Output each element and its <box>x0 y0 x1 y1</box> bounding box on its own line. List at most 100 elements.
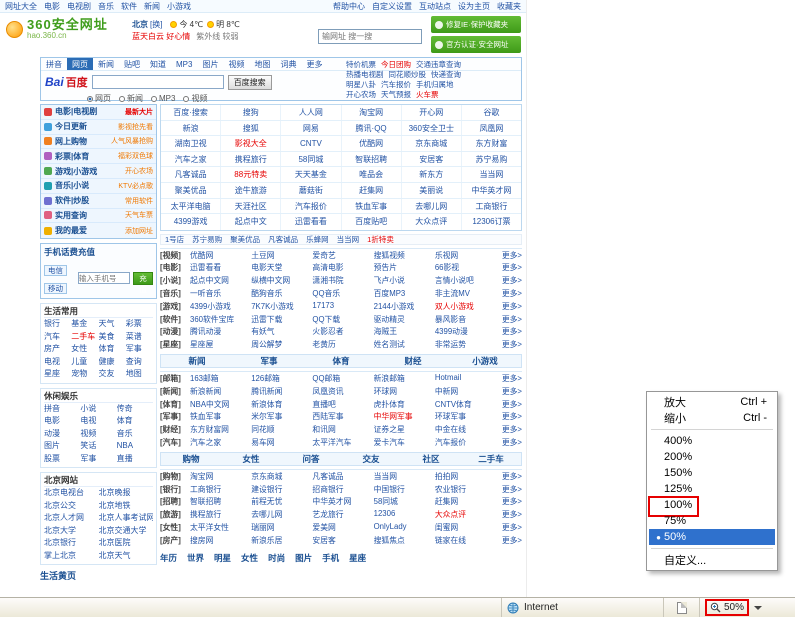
site-link[interactable]: 迅雷看看 <box>281 214 342 230</box>
category-link[interactable]: 17173 <box>312 301 373 312</box>
promo-strip-link[interactable]: 乐蜂网 <box>306 234 329 245</box>
site-link[interactable]: 天天基金 <box>281 167 342 182</box>
category-link[interactable]: 米尔军事 <box>251 411 312 422</box>
category-link[interactable]: 农业银行 <box>435 484 496 495</box>
footer-tab[interactable]: 世界 <box>187 552 204 564</box>
promo-strip-link[interactable]: 聚美优品 <box>230 234 260 245</box>
category-link[interactable]: CNTV体育 <box>435 399 496 410</box>
zoom-menu-item[interactable]: 75% <box>649 513 775 529</box>
site-link[interactable]: 新浪 <box>161 120 222 136</box>
category-link[interactable]: 搜狐视频 <box>374 250 435 261</box>
category-link[interactable]: 飞卢小说 <box>374 275 435 286</box>
more-link[interactable]: 更多> <box>496 288 522 299</box>
site-link[interactable]: 搜狐 <box>221 120 282 136</box>
category-link[interactable]: 潇湘书院 <box>312 275 373 286</box>
phone-number-input[interactable] <box>77 272 130 285</box>
category-link[interactable]: 虎扑体育 <box>374 399 435 410</box>
site-link[interactable]: 当当网 <box>462 167 521 182</box>
category-link[interactable]: 酷狗音乐 <box>251 288 312 299</box>
life-link[interactable]: 女性 <box>71 343 98 356</box>
life-link[interactable]: 健康 <box>99 356 126 369</box>
life-link[interactable]: 彩票 <box>126 318 153 331</box>
city-link[interactable]: 北京医院 <box>99 537 154 550</box>
site-link[interactable]: 开心网 <box>402 105 462 120</box>
fun-link[interactable]: 电视 <box>80 415 116 428</box>
more-link[interactable]: 更多> <box>496 424 522 435</box>
category-link[interactable]: 前程无忧 <box>251 496 312 507</box>
search-input[interactable] <box>91 75 224 89</box>
fun-link[interactable]: 笑话 <box>80 440 116 453</box>
more-link[interactable]: 更多> <box>496 326 522 337</box>
zoom-menu-item[interactable]: 100% <box>648 496 775 517</box>
life-link[interactable]: 星座 <box>44 368 71 381</box>
footer-tab[interactable]: 明星 <box>214 552 231 564</box>
search-tab[interactable]: 拼音 <box>41 58 67 70</box>
site-link[interactable]: 12306订票 <box>462 214 521 230</box>
life-link[interactable]: 银行 <box>44 318 71 331</box>
hot-word-link[interactable]: 天气预报 <box>381 90 411 99</box>
more-link[interactable]: 更多> <box>496 339 522 350</box>
promo-strip-link[interactable]: 苏宁易购 <box>192 234 222 245</box>
zoom-dropdown-caret[interactable] <box>754 605 763 610</box>
site-link[interactable]: 谷歌 <box>462 105 521 120</box>
site-link[interactable]: 太平洋电脑 <box>161 198 222 214</box>
category-link[interactable]: 拍拍网 <box>435 471 496 482</box>
zoom-menu-item[interactable]: 放大 Ctrl + <box>649 394 775 410</box>
carrier-tab[interactable]: 移动 <box>44 283 67 295</box>
more-link[interactable]: 更多> <box>496 509 522 520</box>
category-link[interactable]: OnlyLady <box>374 522 435 533</box>
site-link[interactable]: 东方财富 <box>462 136 521 151</box>
sidebar-menu-item[interactable]: 彩票|体育 福彩双色球 <box>41 149 156 165</box>
fun-link[interactable]: 拼音 <box>44 403 80 416</box>
fun-link[interactable]: 动漫 <box>44 428 80 441</box>
site-link[interactable]: 88元特卖 <box>221 167 282 182</box>
category-link[interactable]: 2144小游戏 <box>374 301 435 312</box>
footer-tab[interactable]: 图片 <box>295 552 312 564</box>
site-link[interactable]: CNTV <box>281 136 342 151</box>
category-link[interactable]: 新浪邮箱 <box>374 373 435 384</box>
fun-link[interactable]: 小说 <box>80 403 116 416</box>
category-link[interactable]: 有妖气 <box>251 326 312 337</box>
more-link[interactable]: 更多> <box>496 411 522 422</box>
search-tab[interactable]: 图片 <box>197 58 223 70</box>
hot-word-link[interactable]: 明星八卦 <box>346 80 376 89</box>
site-link[interactable]: 工商银行 <box>462 199 521 214</box>
footer-tab[interactable]: 女性 <box>241 552 258 564</box>
city-link[interactable]: 北京大学 <box>44 525 99 538</box>
category-link[interactable]: 搜房网 <box>190 535 251 546</box>
fun-link[interactable]: NBA <box>117 440 153 453</box>
category-link[interactable]: 太平洋女性 <box>190 522 251 533</box>
more-link[interactable]: 更多> <box>496 262 522 273</box>
site-link[interactable]: 凡客诚品 <box>161 167 222 182</box>
category-link[interactable]: 直播吧 <box>312 399 373 410</box>
category-link[interactable]: 瑞丽网 <box>251 522 312 533</box>
footer-tab[interactable]: 年历 <box>160 552 177 564</box>
site-link[interactable]: 途牛旅游 <box>221 182 282 198</box>
zoom-menu-item[interactable]: 缩小 Ctrl - <box>649 410 775 426</box>
site-link[interactable]: 中华英才网 <box>462 183 521 198</box>
life-link[interactable]: 美食 <box>99 331 126 344</box>
site-link[interactable]: 搜狗 <box>221 105 282 120</box>
search-tab[interactable]: 更多 <box>301 58 327 70</box>
more-link[interactable]: 更多> <box>496 437 522 448</box>
category-link[interactable]: 58同城 <box>374 496 435 507</box>
category-header-tab[interactable]: 财经 <box>377 355 449 367</box>
site-link[interactable]: 新东方 <box>402 167 462 182</box>
category-link[interactable]: 迅雷下载 <box>251 314 312 325</box>
topnav-utility-link[interactable]: 自定义设置 <box>372 1 412 12</box>
category-link[interactable]: 非常运势 <box>435 339 496 350</box>
site-link[interactable]: 人人网 <box>281 105 342 120</box>
site-link[interactable]: 淘宝网 <box>342 105 402 120</box>
category-link[interactable]: 姓名测试 <box>374 339 435 350</box>
hot-word-link[interactable]: 开心农场 <box>346 90 376 99</box>
topnav-link[interactable]: 电视剧 <box>67 1 91 12</box>
category-link[interactable]: 高清电影 <box>312 262 373 273</box>
category-link[interactable]: 海贼王 <box>374 326 435 337</box>
fun-link[interactable]: 电影 <box>44 415 80 428</box>
city-link[interactable]: 北京晚报 <box>99 487 154 500</box>
topnav-utility-link[interactable]: 帮助中心 <box>333 1 365 12</box>
category-link[interactable]: 携程旅行 <box>190 509 251 520</box>
category-link[interactable]: 暴风影音 <box>435 314 496 325</box>
search-tab[interactable]: 知道 <box>145 58 171 70</box>
zoom-menu-item[interactable] <box>649 426 775 433</box>
